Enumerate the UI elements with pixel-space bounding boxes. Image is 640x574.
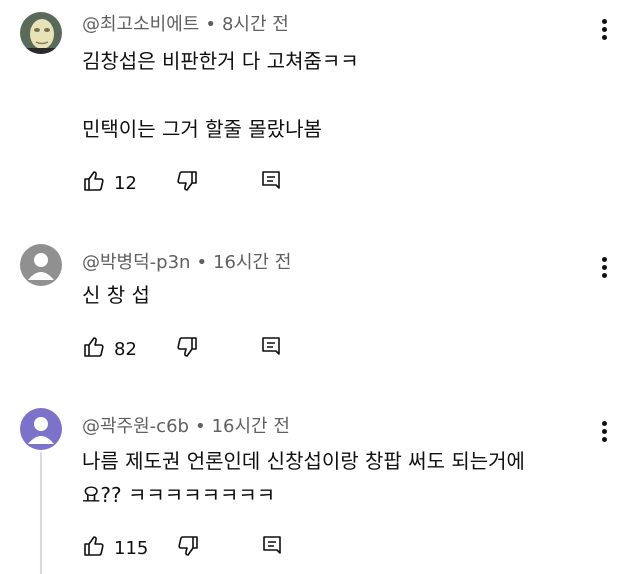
- default-avatar-icon: [20, 408, 62, 450]
- thumbs-down-icon[interactable]: [175, 335, 199, 363]
- comment-2: @박병덕-p3n • 16시간 전 신 창 섭 82: [0, 236, 640, 376]
- thumbs-down-icon[interactable]: [175, 169, 199, 197]
- comment-meta: @박병덕-p3n • 16시간 전: [82, 248, 291, 274]
- comment-time[interactable]: 8시간 전: [222, 14, 289, 35]
- author-name[interactable]: @최고소비에트: [82, 14, 199, 35]
- more-options-icon[interactable]: [600, 254, 608, 281]
- comment-actions: 82: [82, 334, 283, 364]
- comment-actions: 115: [82, 533, 284, 563]
- meta-separator: •: [205, 14, 216, 35]
- comment-1: @최고소비에트 • 8시간 전 김창섭은 비판한거 다 고쳐줌ㅋㅋ 민택이는 그거 …: [0, 0, 640, 200]
- meta-separator: •: [196, 252, 208, 273]
- comment-text: 김창섭은 비판한거 다 고쳐줌ㅋㅋ 민택이는 그거 할줄 몰랐나봄: [82, 49, 359, 141]
- comment-text: 신 창 섭: [82, 283, 150, 307]
- thumbs-down-icon[interactable]: [176, 534, 200, 562]
- comment-time[interactable]: 16시간 전: [213, 252, 291, 273]
- meta-separator: •: [194, 416, 206, 437]
- comment-meta: @곽주원-c6b • 16시간 전: [82, 412, 290, 438]
- comment-time[interactable]: 16시간 전: [212, 416, 290, 437]
- reply-icon[interactable]: [259, 169, 283, 197]
- thumbs-up-icon[interactable]: [82, 169, 106, 197]
- avatar[interactable]: [20, 12, 62, 54]
- avatar[interactable]: [20, 408, 62, 450]
- avatar[interactable]: [20, 244, 62, 286]
- more-options-icon[interactable]: [600, 16, 608, 43]
- comment-text: 나름 제도권 언론인데 신창섭이랑 창팝 써도 되는거에 요?? ㅋㅋㅋㅋㅋㅋㅋ…: [82, 449, 525, 507]
- like-count: 12: [114, 172, 137, 194]
- comment-actions: 12: [82, 168, 283, 198]
- comment-3: @곽주원-c6b • 16시간 전 나름 제도권 언론인데 신창섭이랑 창팝 써도 …: [0, 400, 640, 574]
- user-photo-icon: [20, 12, 62, 54]
- comment-meta: @최고소비에트 • 8시간 전: [82, 10, 289, 36]
- thumbs-up-icon[interactable]: [82, 335, 106, 363]
- author-name[interactable]: @곽주원-c6b: [82, 416, 189, 437]
- thumbs-up-icon[interactable]: [82, 534, 106, 562]
- reply-icon[interactable]: [259, 335, 283, 363]
- more-options-icon[interactable]: [600, 418, 608, 445]
- reply-icon[interactable]: [260, 534, 284, 562]
- author-name[interactable]: @박병덕-p3n: [82, 252, 190, 273]
- like-count: 82: [114, 338, 137, 360]
- like-count: 115: [114, 537, 149, 559]
- reply-thread-line: [40, 452, 42, 574]
- default-avatar-icon: [20, 244, 62, 286]
